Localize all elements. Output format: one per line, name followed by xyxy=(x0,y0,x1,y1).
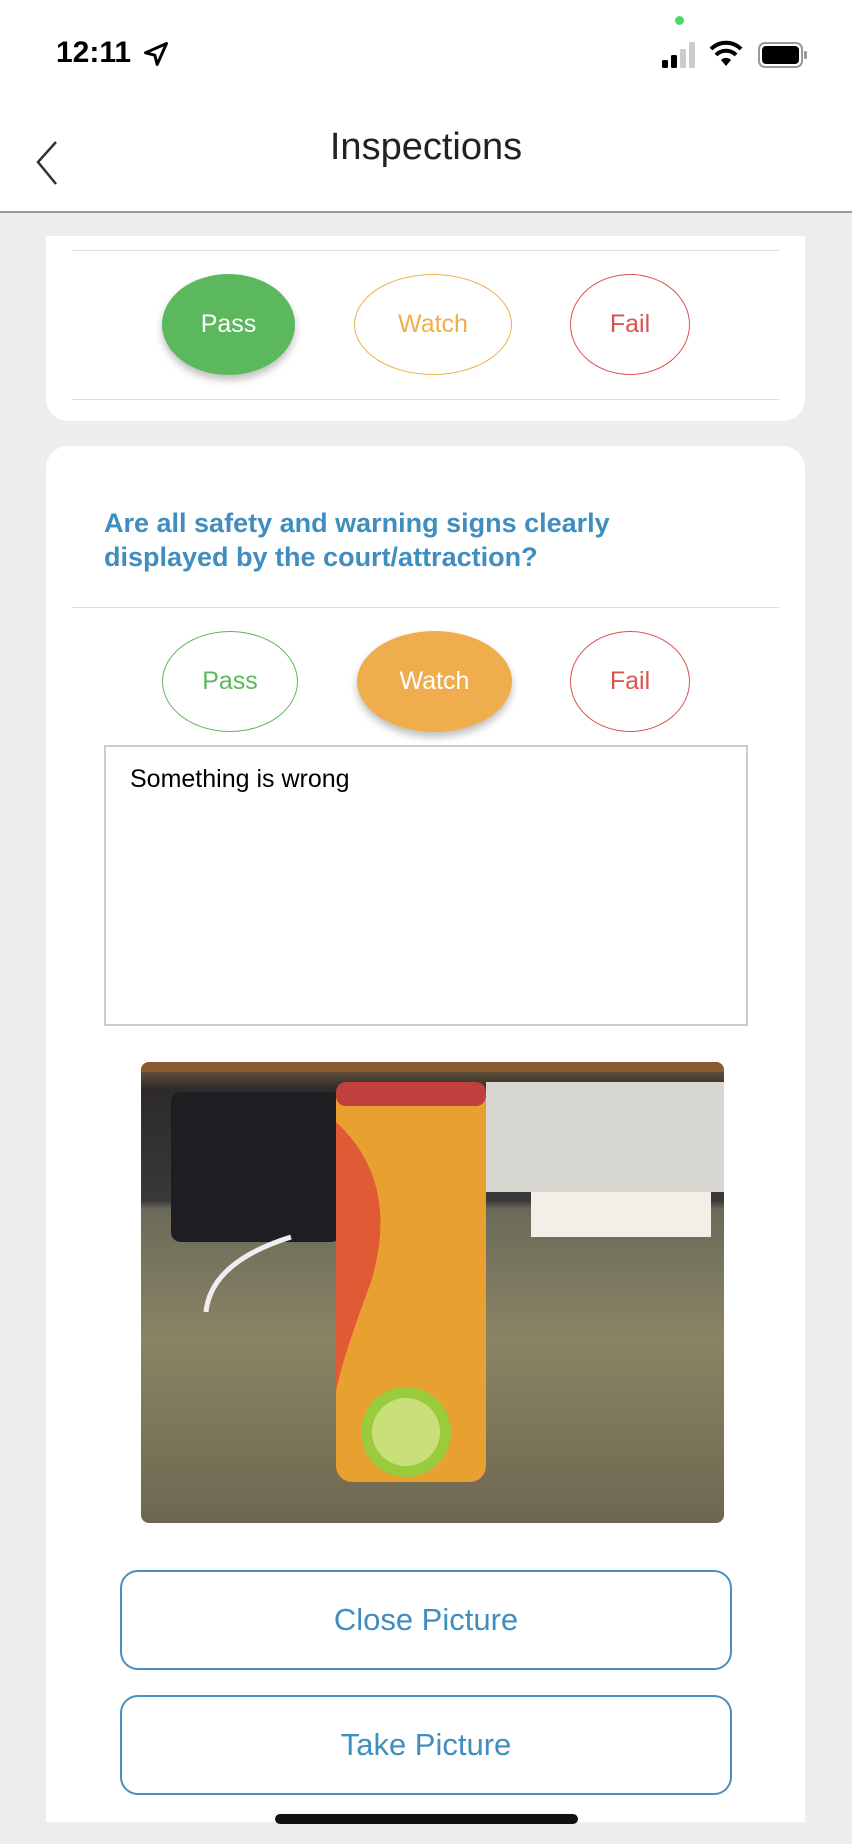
battery-icon xyxy=(758,42,807,68)
take-picture-button[interactable]: Take Picture xyxy=(120,1695,732,1795)
pass-button[interactable]: Pass xyxy=(162,274,295,375)
divider xyxy=(72,607,779,608)
pass-button[interactable]: Pass xyxy=(162,631,298,732)
location-arrow-icon xyxy=(144,42,168,66)
home-indicator[interactable] xyxy=(275,1814,578,1824)
notes-textarea[interactable]: Something is wrong xyxy=(104,745,748,1026)
clock: 12:11 xyxy=(56,36,132,69)
inspection-question-card: Are all safety and warning signs clearly… xyxy=(46,446,805,1822)
fail-button[interactable]: Fail xyxy=(570,631,690,732)
question-text: Are all safety and warning signs clearly… xyxy=(104,508,610,572)
nav-bar: Inspections xyxy=(0,110,852,213)
camera-in-use-indicator xyxy=(675,16,684,25)
wifi-icon xyxy=(709,40,743,66)
close-picture-button[interactable]: Close Picture xyxy=(120,1570,732,1670)
watch-button[interactable]: Watch xyxy=(354,274,512,375)
status-bar: 12:11 xyxy=(0,0,852,110)
photo-can-image xyxy=(141,1062,724,1482)
cellular-signal-icon xyxy=(662,42,695,68)
page-title: Inspections xyxy=(329,126,523,168)
watch-button[interactable]: Watch xyxy=(357,631,512,732)
previous-inspection-card: Pass Watch Fail xyxy=(46,236,805,421)
divider xyxy=(72,399,779,400)
inspection-photo xyxy=(141,1062,724,1523)
fail-button[interactable]: Fail xyxy=(570,274,690,375)
divider xyxy=(72,250,779,251)
